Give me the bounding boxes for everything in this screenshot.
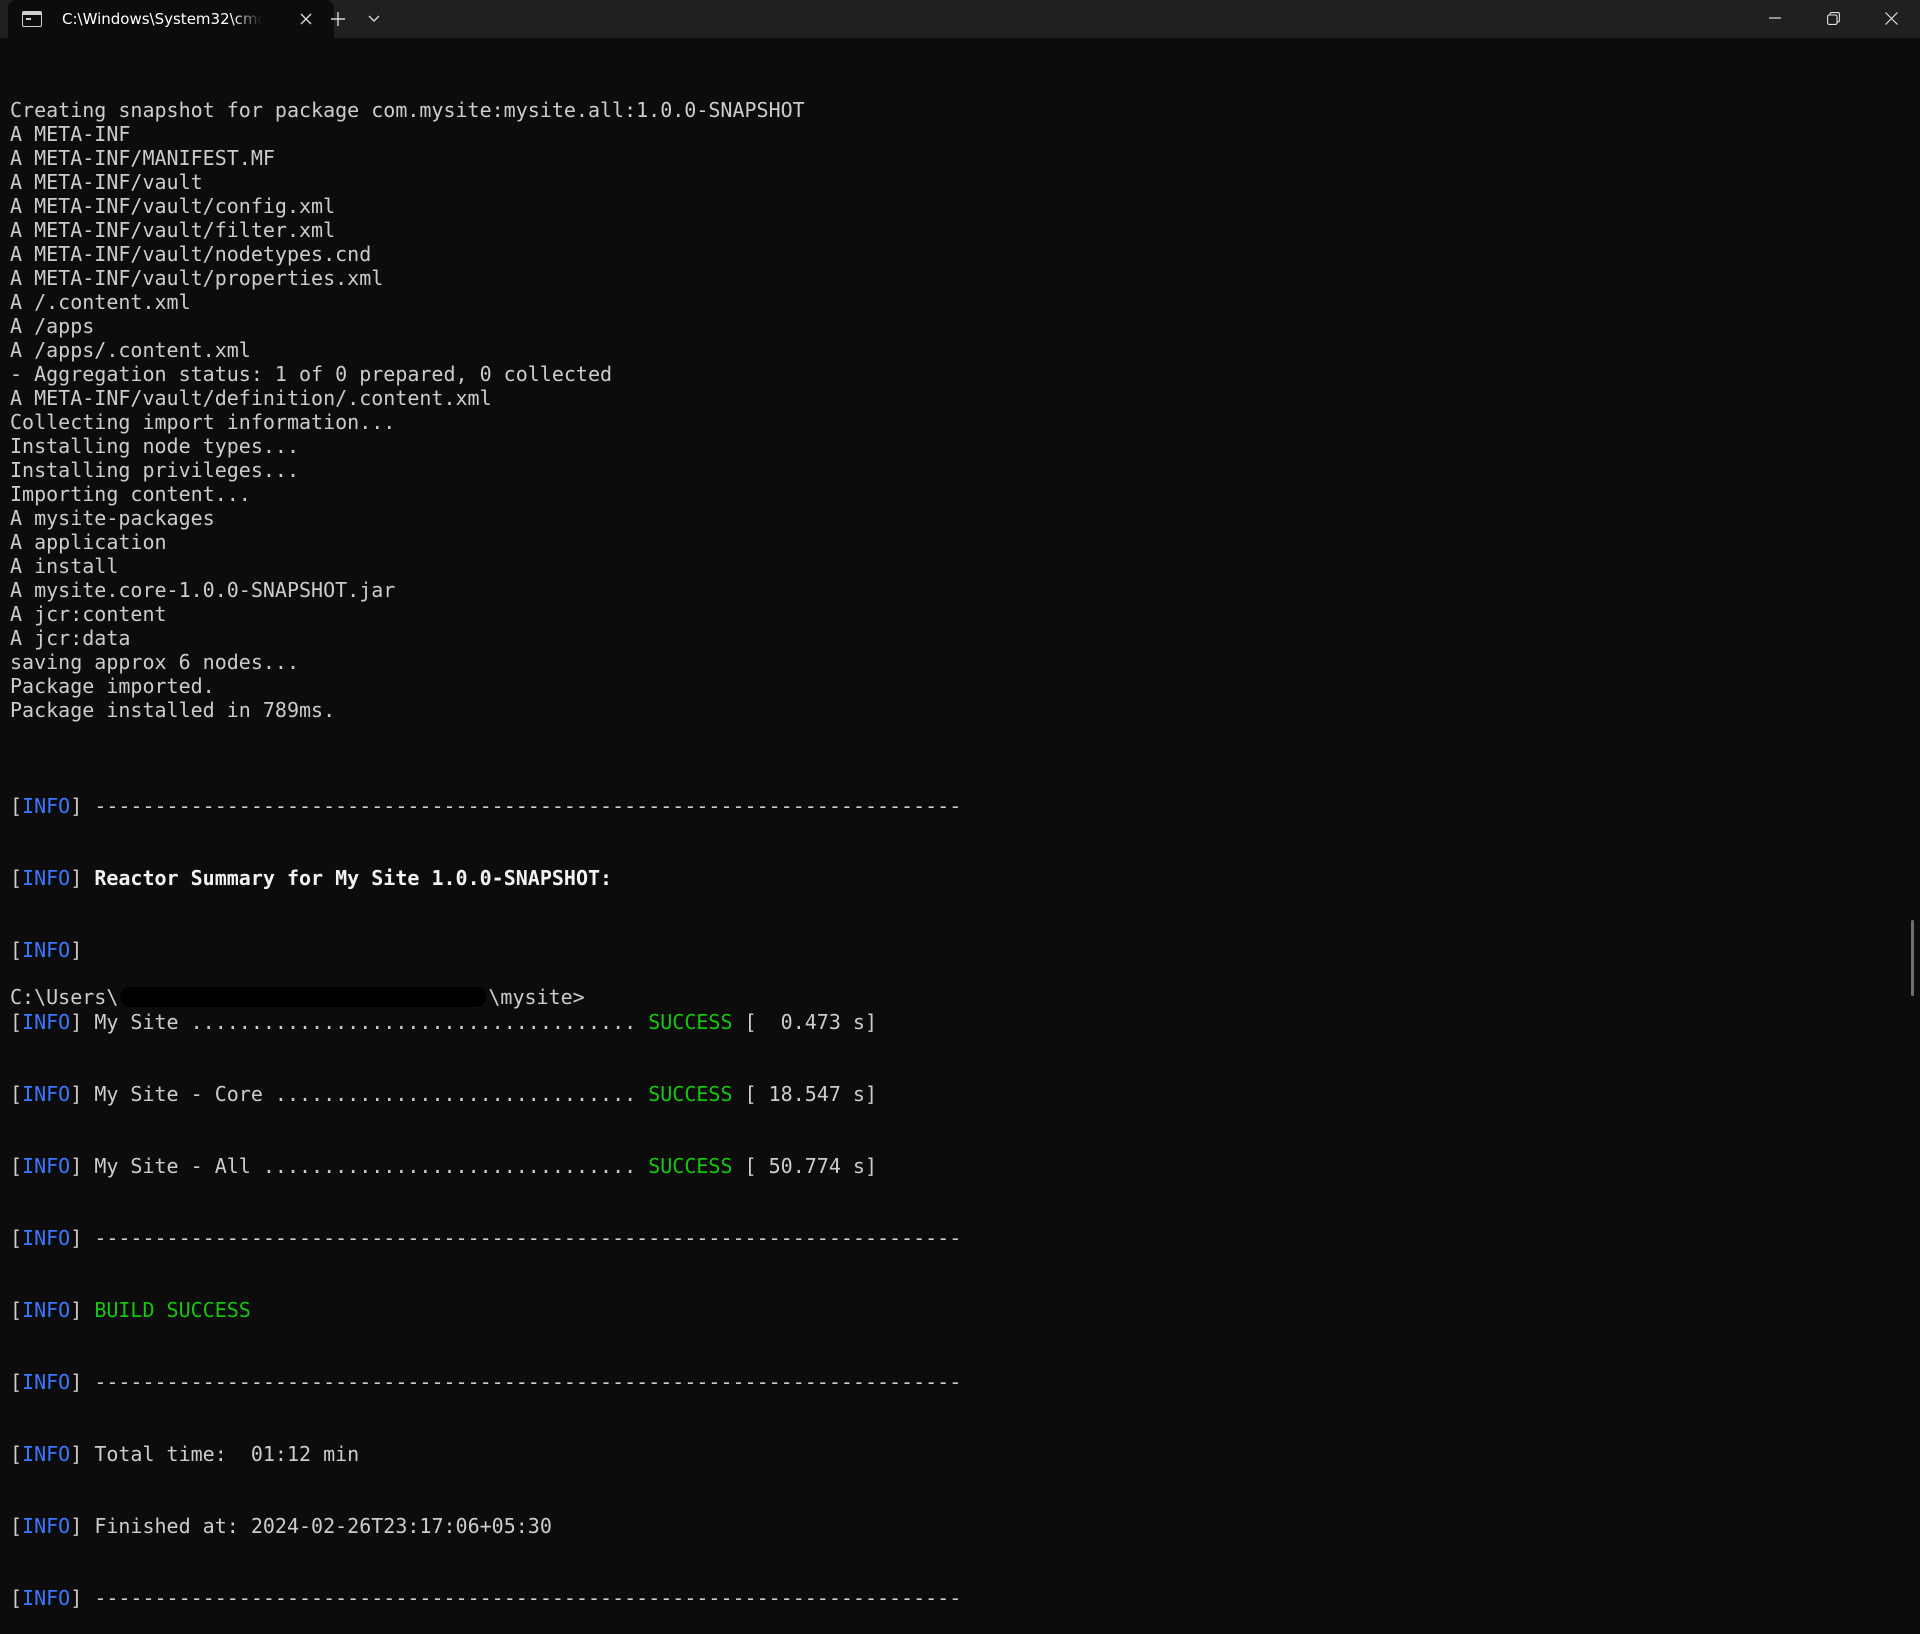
vertical-scrollbar[interactable] bbox=[1911, 920, 1914, 996]
close-window-button[interactable] bbox=[1862, 0, 1920, 36]
console-line: A jcr:data bbox=[10, 626, 131, 650]
console-line: saving approx 6 nodes... bbox=[10, 650, 299, 674]
chevron-down-icon bbox=[368, 15, 380, 22]
console-line: A META-INF/vault/definition/.content.xml bbox=[10, 386, 492, 410]
tab-dropdown-button[interactable] bbox=[358, 4, 390, 34]
console-line: A mysite-packages bbox=[10, 506, 215, 530]
console-line: A application bbox=[10, 530, 167, 554]
console-line: A META-INF/vault/config.xml bbox=[10, 194, 336, 218]
minimize-icon bbox=[1769, 17, 1781, 19]
tab-title: C:\Windows\System32\cmd.exe bbox=[62, 10, 262, 28]
console-line: A META-INF/vault bbox=[10, 170, 203, 194]
restore-button[interactable] bbox=[1804, 0, 1862, 36]
console-line: A mysite.core-1.0.0-SNAPSHOT.jar bbox=[10, 578, 396, 602]
info-line-module: [INFO] My Site - Core ..................… bbox=[10, 1082, 877, 1106]
console-line: A META-INF/vault/nodetypes.cnd bbox=[10, 242, 372, 266]
command-prompt[interactable]: C:\Users\ \mysite> bbox=[10, 985, 585, 1009]
prompt-suffix: \mysite> bbox=[488, 985, 585, 1009]
close-tab-button[interactable] bbox=[296, 9, 316, 29]
info-line-separator: [INFO] ---------------------------------… bbox=[10, 794, 962, 818]
info-line-total-time: [INFO] Total time: 01:12 min bbox=[10, 1442, 360, 1466]
console-line: Importing content... bbox=[10, 482, 251, 506]
console-line: Installing privileges... bbox=[10, 458, 299, 482]
plain-output-lines: Creating snapshot for package com.mysite… bbox=[10, 98, 1890, 722]
console-line: Creating snapshot for package com.mysite… bbox=[10, 98, 805, 122]
console-output[interactable]: Creating snapshot for package com.mysite… bbox=[10, 50, 1890, 1634]
new-tab-button[interactable] bbox=[322, 4, 354, 34]
console-line: - Aggregation status: 1 of 0 prepared, 0… bbox=[10, 362, 613, 386]
info-line-separator: [INFO] ---------------------------------… bbox=[10, 1586, 962, 1610]
info-line-separator: [INFO] ---------------------------------… bbox=[10, 1370, 962, 1394]
console-line: Package imported. bbox=[10, 674, 215, 698]
console-line: A META-INF/MANIFEST.MF bbox=[10, 146, 275, 170]
console-line: A /apps/.content.xml bbox=[10, 338, 251, 362]
prompt-prefix: C:\Users\ bbox=[10, 985, 119, 1009]
close-icon bbox=[1884, 11, 1898, 25]
info-line-reactor-summary: [INFO] Reactor Summary for My Site 1.0.0… bbox=[10, 866, 613, 890]
info-line-separator: [INFO] ---------------------------------… bbox=[10, 1226, 962, 1250]
console-line: A /apps bbox=[10, 314, 95, 338]
console-line: Collecting import information... bbox=[10, 410, 396, 434]
console-line: A META-INF/vault/properties.xml bbox=[10, 266, 384, 290]
tab-cmd[interactable]: C:\Windows\System32\cmd.exe bbox=[8, 0, 334, 38]
minimize-button[interactable] bbox=[1746, 0, 1804, 36]
plus-icon bbox=[331, 12, 345, 26]
console-line: Package installed in 789ms. bbox=[10, 698, 336, 722]
info-line-build-result: [INFO] BUILD SUCCESS bbox=[10, 1298, 251, 1322]
terminal-icon bbox=[22, 11, 42, 27]
console-line: A install bbox=[10, 554, 119, 578]
title-bar: C:\Windows\System32\cmd.exe bbox=[0, 0, 1920, 38]
redacted-username bbox=[120, 987, 487, 1007]
restore-icon bbox=[1826, 11, 1840, 25]
console-line: A META-INF bbox=[10, 122, 131, 146]
console-line: A jcr:content bbox=[10, 602, 167, 626]
info-line-module: [INFO] My Site - All ...................… bbox=[10, 1154, 877, 1178]
close-icon bbox=[300, 13, 312, 25]
console-line: A /.content.xml bbox=[10, 290, 191, 314]
info-line-finished-at: [INFO] Finished at: 2024-02-26T23:17:06+… bbox=[10, 1514, 552, 1538]
info-line-empty: [INFO] bbox=[10, 938, 83, 962]
console-line: Installing node types... bbox=[10, 434, 299, 458]
console-line: A META-INF/vault/filter.xml bbox=[10, 218, 336, 242]
info-line-module: [INFO] My Site .........................… bbox=[10, 1010, 877, 1034]
